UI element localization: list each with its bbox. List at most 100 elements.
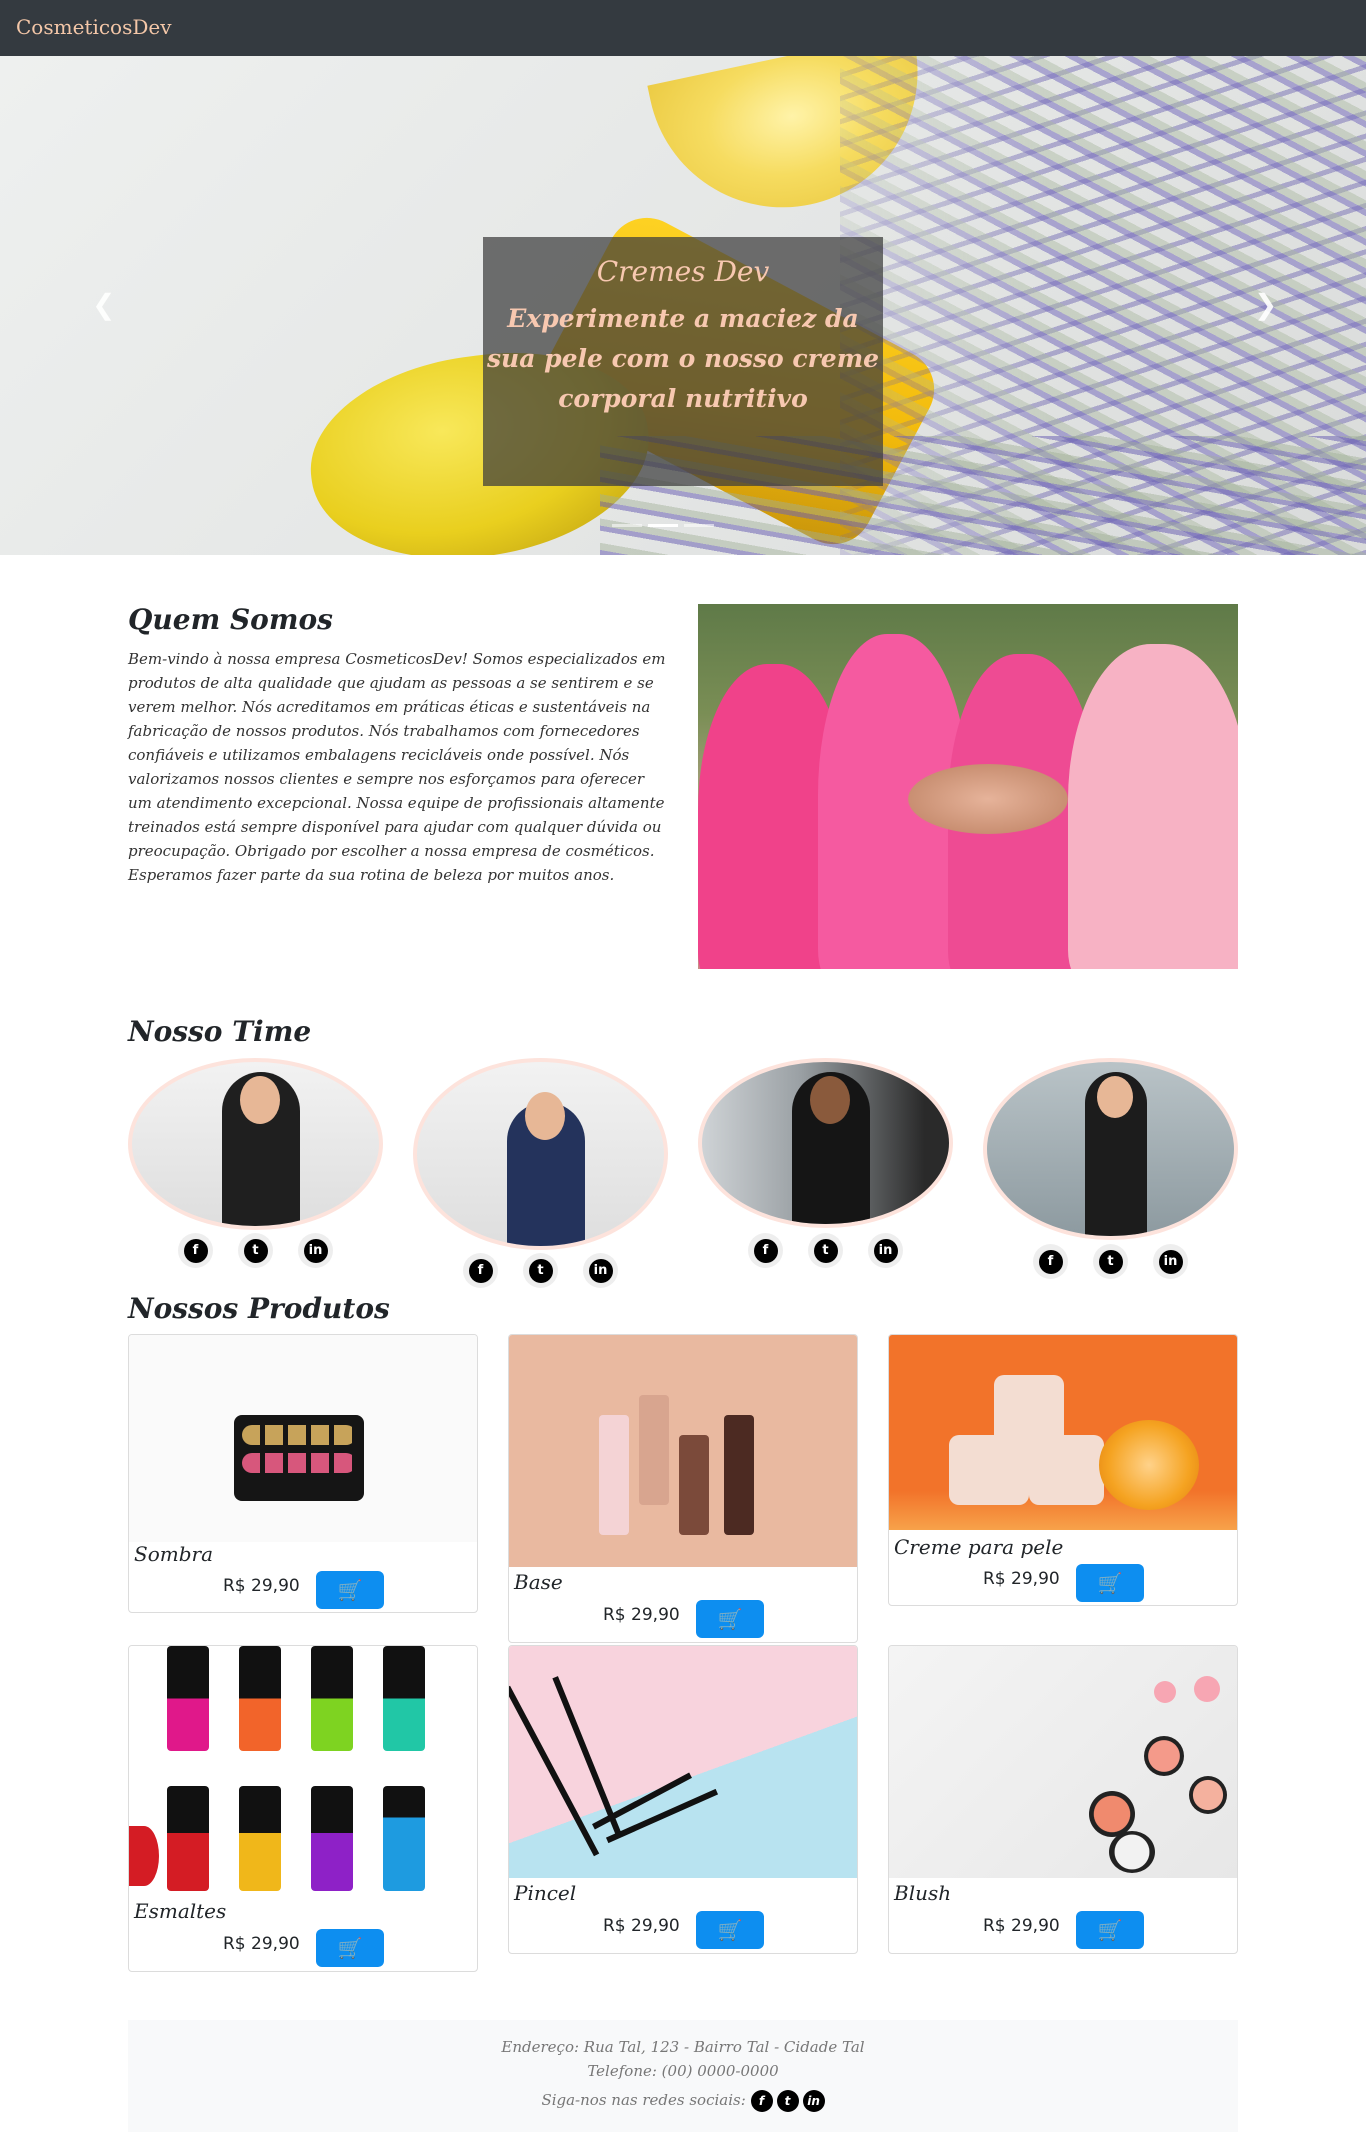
footer-address: Endereço: Rua Tal, 123 - Bairro Tal - Ci… xyxy=(501,2038,865,2056)
linkedin-icon: in xyxy=(873,1238,898,1263)
team-socials: f t in xyxy=(748,1233,903,1268)
carousel-indicator[interactable] xyxy=(612,524,642,527)
photo-hands xyxy=(908,764,1068,834)
product-image xyxy=(889,1646,1237,1878)
carousel-caption: Cremes Dev Experimente a maciez da sua p… xyxy=(483,237,883,486)
twitter-icon: t xyxy=(528,1258,553,1283)
photo-person-head xyxy=(810,1076,850,1124)
chevron-left-icon[interactable]: ❮ xyxy=(92,288,115,321)
about-title: Quem Somos xyxy=(128,603,333,636)
product-card: Esmaltes R$ 29,90 🛒 xyxy=(128,1645,478,1972)
team-photo xyxy=(698,1058,953,1228)
cart-icon: 🛒 xyxy=(717,1918,743,1942)
product-name: Esmaltes xyxy=(134,1899,227,1923)
product-image xyxy=(509,1646,857,1878)
team-title: Nosso Time xyxy=(128,1015,312,1048)
product-card: Creme para pele R$ 29,90 🛒 xyxy=(888,1334,1238,1606)
facebook-icon[interactable]: f xyxy=(750,2090,773,2112)
hero-carousel: Cremes Dev Experimente a maciez da sua p… xyxy=(0,56,1366,555)
navbar: CosmeticosDev xyxy=(0,0,1366,56)
twitter-icon: t xyxy=(1098,1249,1123,1274)
cart-icon: 🛒 xyxy=(1097,1571,1123,1595)
facebook-icon: f xyxy=(468,1258,493,1283)
facebook-link[interactable]: f xyxy=(1033,1244,1068,1279)
team-socials: f t in xyxy=(463,1253,618,1288)
team-photo xyxy=(128,1058,383,1230)
team-socials: f t in xyxy=(178,1233,333,1268)
twitter-icon[interactable]: t xyxy=(776,2090,799,2112)
linkedin-link[interactable]: in xyxy=(1153,1244,1188,1279)
linkedin-link[interactable]: in xyxy=(868,1233,903,1268)
facebook-icon: f xyxy=(753,1238,778,1263)
twitter-link[interactable]: t xyxy=(523,1253,558,1288)
add-to-cart-button[interactable]: 🛒 xyxy=(696,1600,764,1638)
product-price: R$ 29,90 xyxy=(223,1576,300,1596)
cart-icon: 🛒 xyxy=(717,1607,743,1631)
carousel-indicator-active[interactable] xyxy=(648,524,678,527)
carousel-indicator[interactable] xyxy=(684,524,714,527)
brand-link[interactable]: CosmeticosDev xyxy=(16,15,172,39)
add-to-cart-button[interactable]: 🛒 xyxy=(316,1571,384,1609)
team-photo xyxy=(983,1058,1238,1240)
photo-person xyxy=(1068,644,1238,969)
linkedin-link[interactable]: in xyxy=(583,1253,618,1288)
team-photo xyxy=(413,1058,668,1250)
product-name: Blush xyxy=(894,1881,952,1905)
product-price: R$ 29,90 xyxy=(223,1934,300,1954)
footer: Endereço: Rua Tal, 123 - Bairro Tal - Ci… xyxy=(128,2020,1238,2132)
products-title: Nossos Produtos xyxy=(128,1292,390,1325)
product-card: Pincel R$ 29,90 🛒 xyxy=(508,1645,858,1954)
chevron-right-icon[interactable]: ❯ xyxy=(1254,288,1277,321)
footer-social-row: Siga-nos nas redes sociais: f t in xyxy=(128,2090,1238,2112)
product-image xyxy=(509,1335,857,1567)
twitter-link[interactable]: t xyxy=(238,1233,273,1268)
product-card: Blush R$ 29,90 🛒 xyxy=(888,1645,1238,1954)
about-photo xyxy=(698,604,1238,969)
facebook-icon: f xyxy=(183,1238,208,1263)
product-price: R$ 29,90 xyxy=(983,1569,1060,1589)
cart-icon: 🛒 xyxy=(337,1936,363,1960)
photo-person-head xyxy=(1097,1076,1133,1118)
linkedin-icon: in xyxy=(588,1258,613,1283)
twitter-icon: t xyxy=(813,1238,838,1263)
product-card: Sombra R$ 29,90 🛒 xyxy=(128,1334,478,1613)
product-image xyxy=(889,1335,1237,1530)
add-to-cart-button[interactable]: 🛒 xyxy=(316,1929,384,1967)
product-price: R$ 29,90 xyxy=(603,1605,680,1625)
footer-social-icons: f t in xyxy=(750,2090,825,2112)
twitter-icon: t xyxy=(243,1238,268,1263)
facebook-icon: f xyxy=(1038,1249,1063,1274)
carousel-text: Experimente a maciez da sua pele com o n… xyxy=(486,304,880,413)
product-name: Base xyxy=(514,1570,563,1594)
product-card: Base R$ 29,90 🛒 xyxy=(508,1334,858,1643)
twitter-link[interactable]: t xyxy=(808,1233,843,1268)
cart-icon: 🛒 xyxy=(337,1578,363,1602)
palette-shape xyxy=(234,1415,364,1501)
product-name: Sombra xyxy=(134,1542,213,1566)
about-text: Bem-vindo à nossa empresa CosmeticosDev!… xyxy=(128,650,666,884)
cart-icon: 🛒 xyxy=(1097,1918,1123,1942)
facebook-link[interactable]: f xyxy=(463,1253,498,1288)
footer-phone: Telefone: (00) 0000-0000 xyxy=(587,2062,779,2080)
add-to-cart-button[interactable]: 🛒 xyxy=(1076,1911,1144,1949)
add-to-cart-button[interactable]: 🛒 xyxy=(1076,1564,1144,1602)
product-price: R$ 29,90 xyxy=(603,1916,680,1936)
photo-person-head xyxy=(240,1076,280,1124)
product-image xyxy=(129,1335,477,1542)
product-price: R$ 29,90 xyxy=(983,1916,1060,1936)
facebook-link[interactable]: f xyxy=(178,1233,213,1268)
add-to-cart-button[interactable]: 🛒 xyxy=(696,1911,764,1949)
photo-person-head xyxy=(525,1092,565,1140)
product-image xyxy=(129,1646,477,1896)
facebook-link[interactable]: f xyxy=(748,1233,783,1268)
linkedin-link[interactable]: in xyxy=(298,1233,333,1268)
carousel-title: Cremes Dev xyxy=(596,255,770,288)
product-name: Creme para pele xyxy=(894,1535,1064,1559)
twitter-link[interactable]: t xyxy=(1093,1244,1128,1279)
product-name: Pincel xyxy=(514,1881,577,1905)
linkedin-icon: in xyxy=(303,1238,328,1263)
carousel-indicators xyxy=(612,524,714,527)
linkedin-icon[interactable]: in xyxy=(802,2090,825,2112)
footer-social-label: Siga-nos nas redes sociais: xyxy=(541,2091,746,2109)
team-socials: f t in xyxy=(1033,1244,1188,1279)
